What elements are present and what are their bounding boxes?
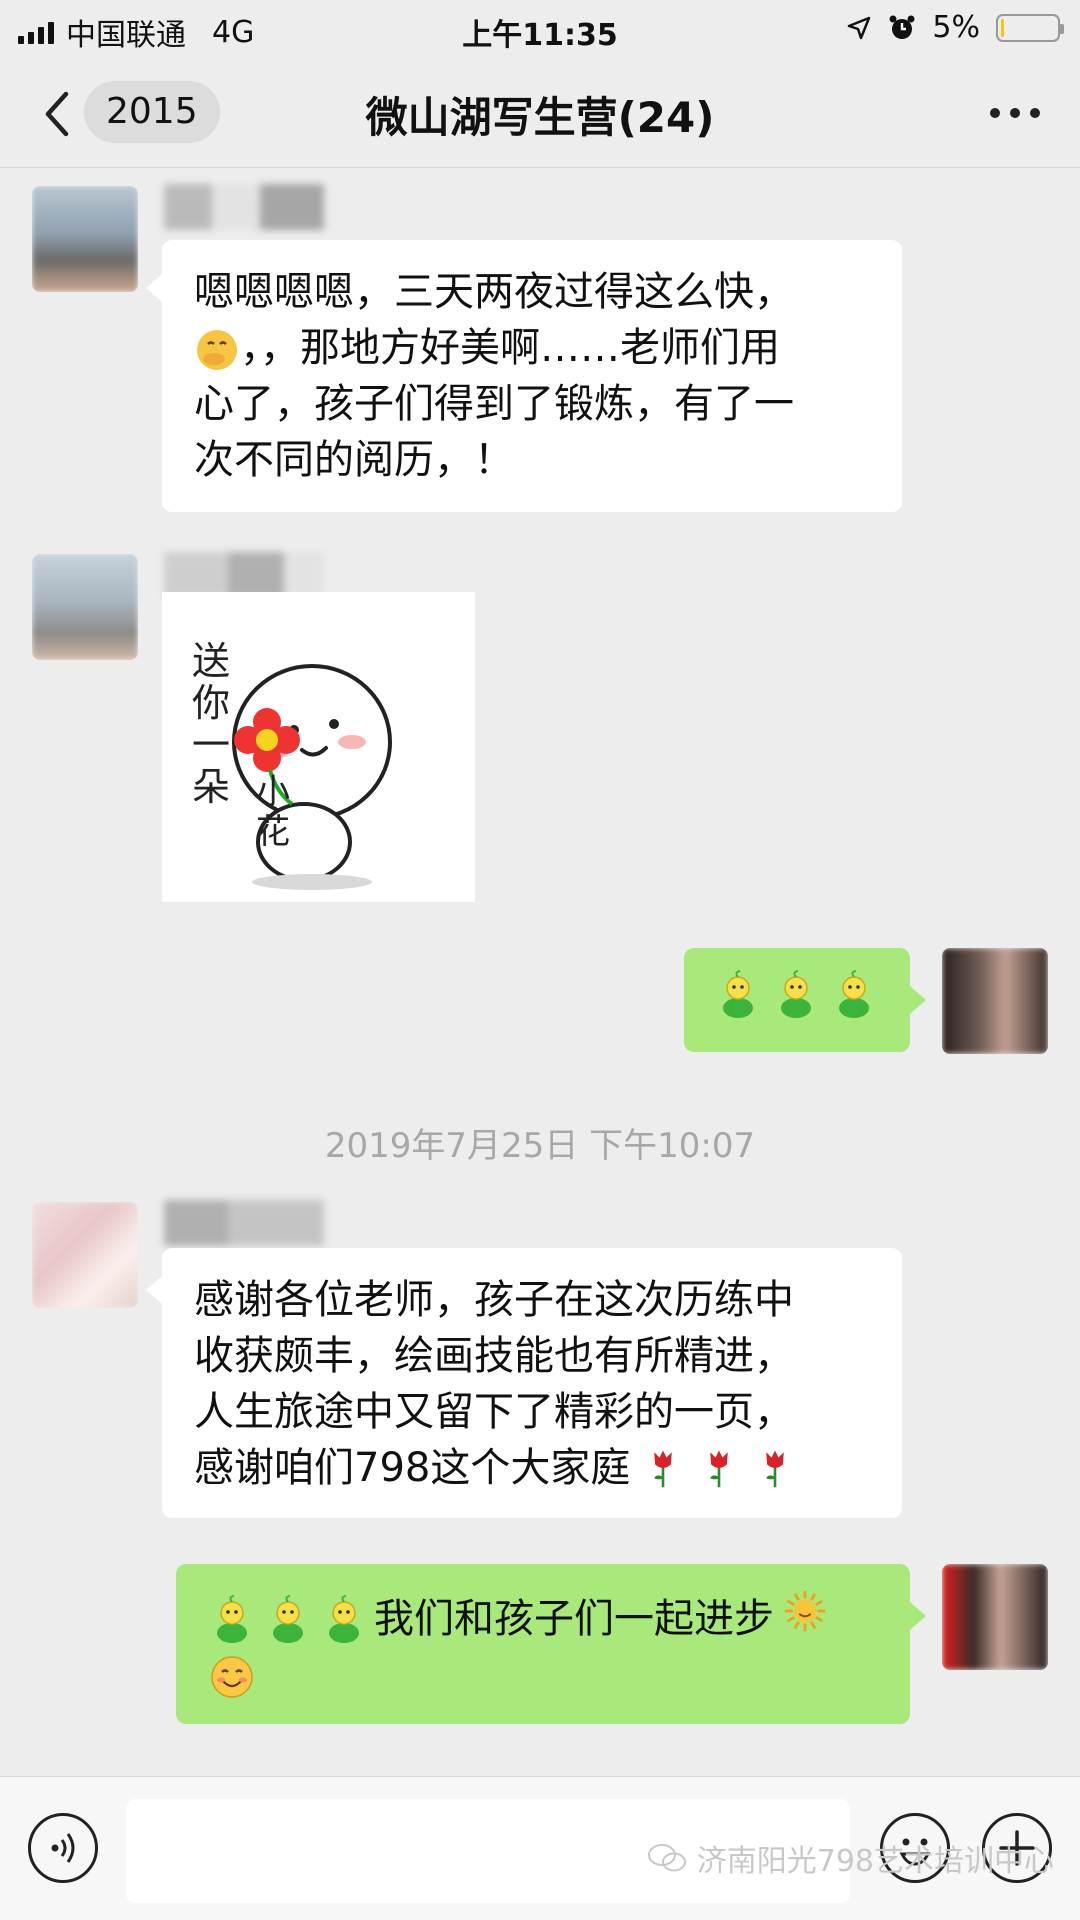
- emoji-row: [208, 1653, 878, 1716]
- chat-title: 微山湖写生营(24): [365, 93, 715, 142]
- message-bubble[interactable]: 感谢各位老师，孩子在这次历练中 收获颇丰，绘画技能也有所精进， 人生旅途中又留下…: [162, 1248, 902, 1518]
- sun-emoji-icon: [784, 1590, 826, 1632]
- message-line: 心了，孩子们得到了锻炼，有了一: [194, 381, 794, 427]
- message-line: 感谢各位老师，孩子在这次历练中: [194, 1277, 794, 1323]
- message-bubble[interactable]: [684, 948, 910, 1052]
- sprout-person-emoji-icon: [839, 970, 869, 1018]
- rose-emoji-icon: [710, 1450, 729, 1488]
- rose-emoji-icon: [654, 1450, 673, 1488]
- smile-emoji-icon: [211, 1656, 253, 1698]
- watermark: 济南阳光798艺术培训中心: [647, 1836, 1054, 1880]
- message-line-text: ，，那地方好美啊……老师们用: [240, 325, 780, 371]
- message-bubble[interactable]: 嗯嗯嗯嗯，三天两夜过得这么快， ，，那地方好美啊……老师们用 心了，孩子们得到了…: [162, 240, 902, 512]
- nav-bar: 2015 微山湖写生营(24): [0, 58, 1080, 168]
- more-dots-icon[interactable]: [990, 98, 1040, 128]
- wechat-logo-icon: [647, 1844, 686, 1872]
- message-line: 感谢咱们798这个大家庭: [194, 1440, 870, 1496]
- bubble-tail: [146, 1276, 162, 1304]
- message-line-text: 我们和孩子们一起进步: [374, 1595, 774, 1642]
- message-line: 人生旅途中又留下了精彩的一页，: [194, 1389, 794, 1435]
- status-right: 5%: [846, 10, 1064, 45]
- message-line: ，，那地方好美啊……老师们用: [194, 320, 870, 376]
- sprout-person-emoji-icon: [723, 970, 753, 1018]
- battery-percent: 5%: [932, 10, 980, 45]
- bubble-tail: [146, 274, 162, 302]
- rose-emoji-icon: [766, 1450, 785, 1488]
- message-line: 我们和孩子们一起进步: [208, 1588, 878, 1649]
- sticker-caption: 小花: [256, 772, 290, 852]
- rose-emoji-row: [642, 1447, 796, 1489]
- avatar[interactable]: [32, 554, 138, 660]
- sender-name-blurred: [164, 1200, 324, 1246]
- hand-over-mouth-emoji-icon: [197, 330, 237, 370]
- alarm-icon: [889, 15, 915, 39]
- sprout-person-emoji-icon: [329, 1594, 359, 1643]
- message-line: 收获颇丰，绘画技能也有所精进，: [194, 1333, 794, 1379]
- emoji-row: [208, 1594, 368, 1643]
- emoji-row: [782, 1588, 828, 1649]
- sender-name-blurred: [164, 184, 324, 230]
- battery-fill: [1001, 18, 1004, 37]
- emoji-row: [714, 970, 880, 1018]
- sprout-person-emoji-icon: [781, 970, 811, 1018]
- message-bubble[interactable]: 我们和孩子们一起进步: [176, 1564, 910, 1724]
- battery-icon: [996, 13, 1064, 42]
- status-bar: 中国联通 4G 上午11:35 5%: [0, 0, 1080, 58]
- sticker-caption: 送你一朵: [192, 639, 231, 809]
- location-arrow-icon: [848, 16, 871, 39]
- flower-sticker[interactable]: 送你一朵 小花: [162, 592, 475, 902]
- watermark-text: 济南阳光798艺术培训中心: [696, 1844, 1054, 1879]
- voice-icon[interactable]: [28, 1813, 98, 1883]
- sprout-person-emoji-icon: [273, 1594, 303, 1643]
- avatar[interactable]: [32, 186, 138, 292]
- avatar[interactable]: [32, 1202, 138, 1308]
- avatar[interactable]: [942, 948, 1048, 1054]
- sprout-person-emoji-icon: [217, 1594, 247, 1643]
- message-line-text: 感谢咱们798这个大家庭: [194, 1445, 631, 1491]
- avatar[interactable]: [942, 1564, 1048, 1670]
- bubble-tail: [910, 986, 926, 1014]
- message-line: 嗯嗯嗯嗯，三天两夜过得这么快，: [194, 269, 794, 315]
- message-line: 次不同的阅历，！: [194, 437, 514, 483]
- bubble-tail: [910, 1602, 926, 1630]
- chat-timestamp: 2019年7月25日 下午10:07: [324, 1126, 756, 1166]
